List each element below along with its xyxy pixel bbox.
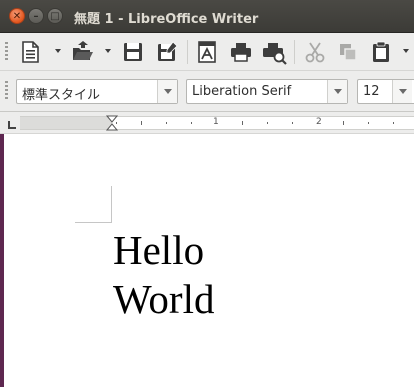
font-name-select[interactable]: Liberation Serif (186, 79, 348, 104)
copy-icon (340, 44, 357, 61)
standard-toolbar (0, 33, 414, 71)
new-document-button[interactable] (16, 38, 44, 66)
export-pdf-button[interactable] (193, 38, 221, 66)
document-line[interactable]: World (113, 275, 214, 324)
formatting-toolbar: 標準スタイル Liberation Serif 12 (0, 71, 414, 112)
paragraph-style-value: 標準スタイル (22, 88, 101, 103)
paste-dropdown-arrow-icon[interactable] (403, 48, 409, 54)
save-as-button[interactable] (153, 38, 181, 66)
close-window-button[interactable]: ✕ (9, 8, 25, 24)
window-titlebar: ✕ – □ 無題 1 - LibreOffice Writer (0, 0, 414, 33)
new-document-icon (22, 41, 39, 63)
chevron-down-icon[interactable] (327, 80, 347, 103)
export-pdf-icon (198, 41, 216, 63)
font-size-value: 12 (363, 84, 380, 99)
save-button[interactable] (119, 38, 147, 66)
cut-icon (305, 42, 325, 63)
print-icon (231, 43, 251, 62)
horizontal-ruler[interactable]: 1 2 (0, 112, 414, 134)
print-button[interactable] (227, 38, 255, 66)
font-name-value: Liberation Serif (192, 84, 292, 99)
text-boundary-corner (75, 222, 112, 223)
window-left-edge (0, 134, 4, 387)
save-as-icon (158, 41, 178, 61)
open-button[interactable] (68, 38, 96, 66)
open-folder-icon (73, 41, 93, 60)
print-preview-icon (263, 43, 287, 65)
new-dropdown-arrow-icon[interactable] (55, 48, 61, 54)
document-line[interactable]: Hello (113, 226, 214, 275)
text-boundary-corner (111, 186, 112, 223)
chevron-down-icon[interactable] (157, 80, 177, 103)
toolbar-separator (294, 40, 295, 64)
ruler-left-margin (20, 117, 112, 129)
open-dropdown-arrow-icon[interactable] (105, 48, 111, 54)
cut-button[interactable] (301, 38, 329, 66)
toolbar-grip-handle[interactable] (5, 81, 8, 101)
save-icon (124, 43, 142, 61)
paragraph-style-select[interactable]: 標準スタイル (16, 79, 178, 104)
paste-icon (373, 41, 389, 62)
document-text[interactable]: Hello World (113, 226, 214, 324)
print-preview-button[interactable] (260, 38, 288, 66)
copy-button[interactable] (334, 38, 362, 66)
chevron-down-icon[interactable] (392, 80, 412, 103)
ruler-label-2: 2 (316, 117, 322, 127)
window-title: 無題 1 - LibreOffice Writer (74, 12, 259, 27)
toolbar-grip-handle[interactable] (5, 42, 8, 62)
toolbar-separator (187, 40, 188, 64)
indent-marker-icon[interactable] (106, 115, 118, 131)
paste-button[interactable] (367, 38, 395, 66)
maximize-window-button[interactable]: □ (47, 8, 63, 24)
tab-type-icon[interactable] (8, 121, 16, 129)
font-size-select[interactable]: 12 (357, 79, 414, 104)
ruler-label-1: 1 (213, 117, 219, 127)
minimize-window-button[interactable]: – (28, 8, 44, 24)
